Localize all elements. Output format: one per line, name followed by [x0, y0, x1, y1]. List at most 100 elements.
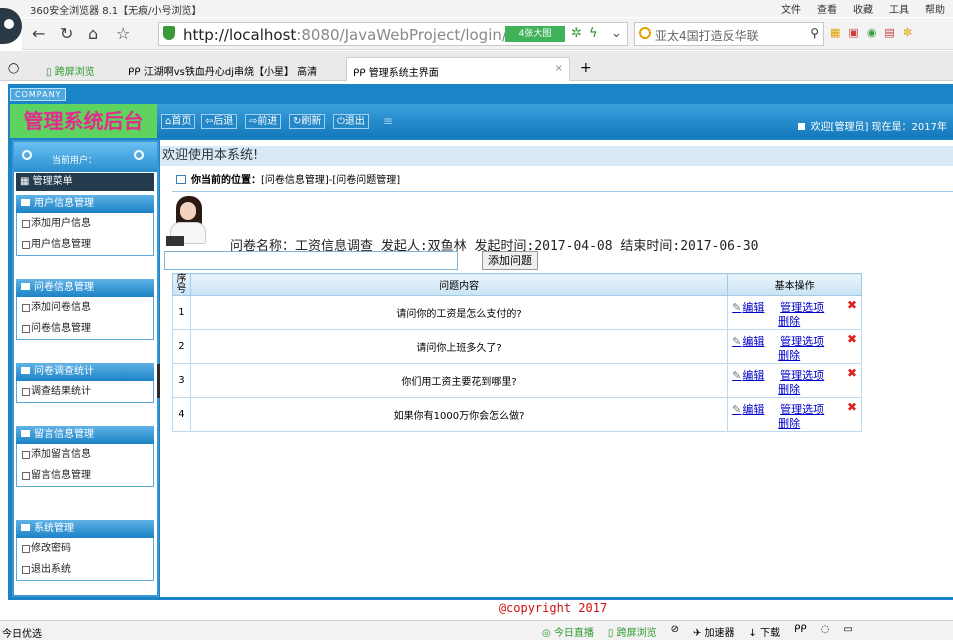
tab-home-icon[interactable]: ◯ [2, 57, 28, 81]
menu-survey-stats[interactable]: 调查结果统计 [17, 381, 153, 402]
chevron-down-icon[interactable]: ⌄ [611, 26, 622, 41]
mail-icon[interactable]: ▣ [848, 26, 858, 39]
nav-back-button[interactable]: ⇦后退 [201, 114, 238, 129]
shield-icon [163, 26, 175, 40]
edit-link[interactable]: 编辑 [732, 401, 764, 417]
extension-icon[interactable]: ᑭᑭ [794, 624, 807, 639]
tab-admin-main[interactable]: ᑭᑭ 管理系统主界面 × [346, 57, 570, 81]
avatar [162, 192, 220, 248]
menu-add-message[interactable]: 添加留言信息 [17, 444, 153, 465]
accelerator-button[interactable]: ✈ 加速器 [693, 624, 735, 639]
refresh-icon[interactable]: ↻ [60, 24, 73, 43]
nav-forward-button[interactable]: ⇨前进 [245, 114, 282, 129]
browser-title: 360安全浏览器 8.1【无痕/小号浏览】 [30, 6, 202, 17]
welcome-banner: 欢迎使用本系统! [160, 146, 953, 166]
current-user-bar: 当前用户： [14, 142, 157, 172]
nav-logout-button[interactable]: ⏻退出 [333, 114, 369, 129]
tab-bar: ◯ ▯ 跨屏浏览 ᑭᑭ 江湖啊vs铁血丹心dj串烧【小星】 高清 ᑭᑭ 管理系统… [0, 51, 953, 81]
tab-music[interactable]: ᑭᑭ 江湖啊vs铁血丹心dj串烧【小星】 高清 [122, 57, 340, 81]
delete-link[interactable]: 删除 [778, 347, 800, 363]
menu-message-manage[interactable]: 留言信息管理 [17, 465, 153, 486]
back-arrow-icon[interactable]: ← [32, 24, 45, 43]
delete-icon[interactable]: ✖ [847, 366, 857, 380]
big-image-button[interactable]: 4张大图 [505, 26, 565, 42]
url-text[interactable]: http://localhost:8080/JavaWebProject/log… [183, 26, 513, 44]
menu-group-questionnaire: 问卷信息管理 添加问卷信息 问卷信息管理 [16, 279, 154, 340]
row-no: 1 [172, 295, 191, 330]
group-header[interactable]: 留言信息管理 [16, 426, 154, 444]
menu-add-user[interactable]: 添加用户信息 [17, 213, 153, 234]
group-header[interactable]: 问卷信息管理 [16, 279, 154, 297]
edit-link[interactable]: 编辑 [732, 333, 764, 349]
live-button[interactable]: ◎ 今日直播 [542, 624, 594, 639]
add-question-button[interactable]: 添加问题 [482, 251, 538, 270]
row-content: 请问你的工资是怎么支付的? [189, 295, 729, 330]
browser-nav-bar: ← ↻ ⌂ ☆ http://localhost:8080/JavaWebPro… [22, 18, 953, 50]
menu-favorites[interactable]: 收藏 [853, 1, 873, 16]
top-nav: ⌂首页 ⇦后退 ⇨前进 ↻刷新 ⏻退出 ≡ 欢迎[管理员] 现在是：2017年 [157, 104, 953, 138]
address-bar[interactable]: http://localhost:8080/JavaWebProject/log… [158, 22, 628, 46]
search-input[interactable]: 亚太4国打造反华联 [655, 27, 759, 44]
question-input[interactable] [164, 251, 458, 270]
browser-menu: 文件 查看 收藏 工具 帮助 [781, 1, 945, 16]
group-header[interactable]: 用户信息管理 [16, 195, 154, 213]
menu-group-user: 用户信息管理 添加用户信息 用户信息管理 [16, 195, 154, 256]
nav-home-button[interactable]: ⌂首页 [161, 114, 196, 129]
home-icon[interactable]: ⌂ [88, 24, 98, 43]
recycle-icon[interactable]: ✲ [571, 26, 582, 41]
lightning-icon[interactable]: ϟ [589, 26, 598, 41]
edit-link[interactable]: 编辑 [732, 299, 764, 315]
menu-group-message: 留言信息管理 添加留言信息 留言信息管理 [16, 426, 154, 487]
delete-icon[interactable]: ✖ [847, 332, 857, 346]
pdf-icon[interactable]: ▤ [884, 26, 894, 39]
nav-refresh-button[interactable]: ↻刷新 [289, 114, 326, 129]
menu-help[interactable]: 帮助 [925, 1, 945, 16]
delete-icon[interactable]: ✖ [847, 298, 857, 312]
menu-add-questionnaire[interactable]: 添加问卷信息 [17, 297, 153, 318]
menu-lines-icon: ≡ [383, 114, 394, 128]
breadcrumb: 你当前的位置：[问卷信息管理]-[问卷问题管理] [172, 170, 953, 192]
table-row: 2 请问你上班多久了? 编辑 管理选项 删除 ✖ [172, 329, 862, 364]
menu-tools[interactable]: 工具 [889, 1, 909, 16]
group-header[interactable]: 问卷调查统计 [16, 363, 154, 381]
security-icon[interactable]: ◉ [867, 26, 877, 39]
status-left[interactable]: 今日优选 [2, 625, 42, 640]
delete-link[interactable]: 删除 [778, 415, 800, 431]
row-no: 4 [172, 397, 191, 432]
window-icon [176, 175, 186, 184]
window-icon[interactable]: ▭ [843, 624, 852, 639]
group-header[interactable]: 系统管理 [16, 520, 154, 538]
search-box[interactable]: 亚太4国打造反华联 ⚲ [634, 22, 824, 46]
menu-change-password[interactable]: 修改密码 [17, 538, 153, 559]
pin-icon [134, 150, 144, 160]
menu-view[interactable]: 查看 [817, 1, 837, 16]
menu-file[interactable]: 文件 [781, 1, 801, 16]
tab-cross-screen[interactable]: ▯ 跨屏浏览 [40, 57, 112, 81]
welcome-text: 欢迎[管理员] 现在是：2017年 [797, 118, 947, 133]
download-button[interactable]: ↓ 下载 [749, 624, 781, 639]
browser-title-bar: 360安全浏览器 8.1【无痕/小号浏览】 文件 查看 收藏 工具 帮助 [0, 0, 953, 17]
close-icon[interactable]: × [555, 63, 563, 74]
menu-logout[interactable]: 退出系统 [17, 559, 153, 580]
menu-group-stats: 问卷调查统计 调查结果统计 [16, 363, 154, 403]
menu-questionnaire-manage[interactable]: 问卷信息管理 [17, 318, 153, 339]
header-content: 问题内容 [189, 273, 729, 296]
main-menu-title: ▦ 管理菜单 [16, 173, 154, 191]
star-icon[interactable]: ☆ [116, 24, 130, 43]
grid-icon[interactable]: ▦ [830, 26, 840, 39]
search-icon[interactable]: ⚲ [810, 26, 819, 40]
table-row: 4 如果你有1000万你会怎么做? 编辑 管理选项 删除 ✖ [172, 397, 862, 432]
grid-icon: ▦ [20, 176, 33, 187]
menu-user-manage[interactable]: 用户信息管理 [17, 234, 153, 255]
delete-link[interactable]: 删除 [778, 313, 800, 329]
edit-link[interactable]: 编辑 [732, 367, 764, 383]
speed-icon[interactable]: ⊘ [671, 624, 679, 639]
cross-screen-button[interactable]: ▯ 跨屏浏览 [608, 624, 657, 639]
tools-icon[interactable]: ✼ [903, 26, 912, 39]
row-content: 请问你上班多久了? [189, 329, 729, 364]
delete-link[interactable]: 删除 [778, 381, 800, 397]
toolbar-icons: ▦ ▣ ◉ ▤ ✼ [830, 26, 912, 39]
delete-icon[interactable]: ✖ [847, 400, 857, 414]
phone-icon[interactable]: ◌ [821, 624, 830, 639]
new-tab-button[interactable]: + [574, 57, 598, 81]
